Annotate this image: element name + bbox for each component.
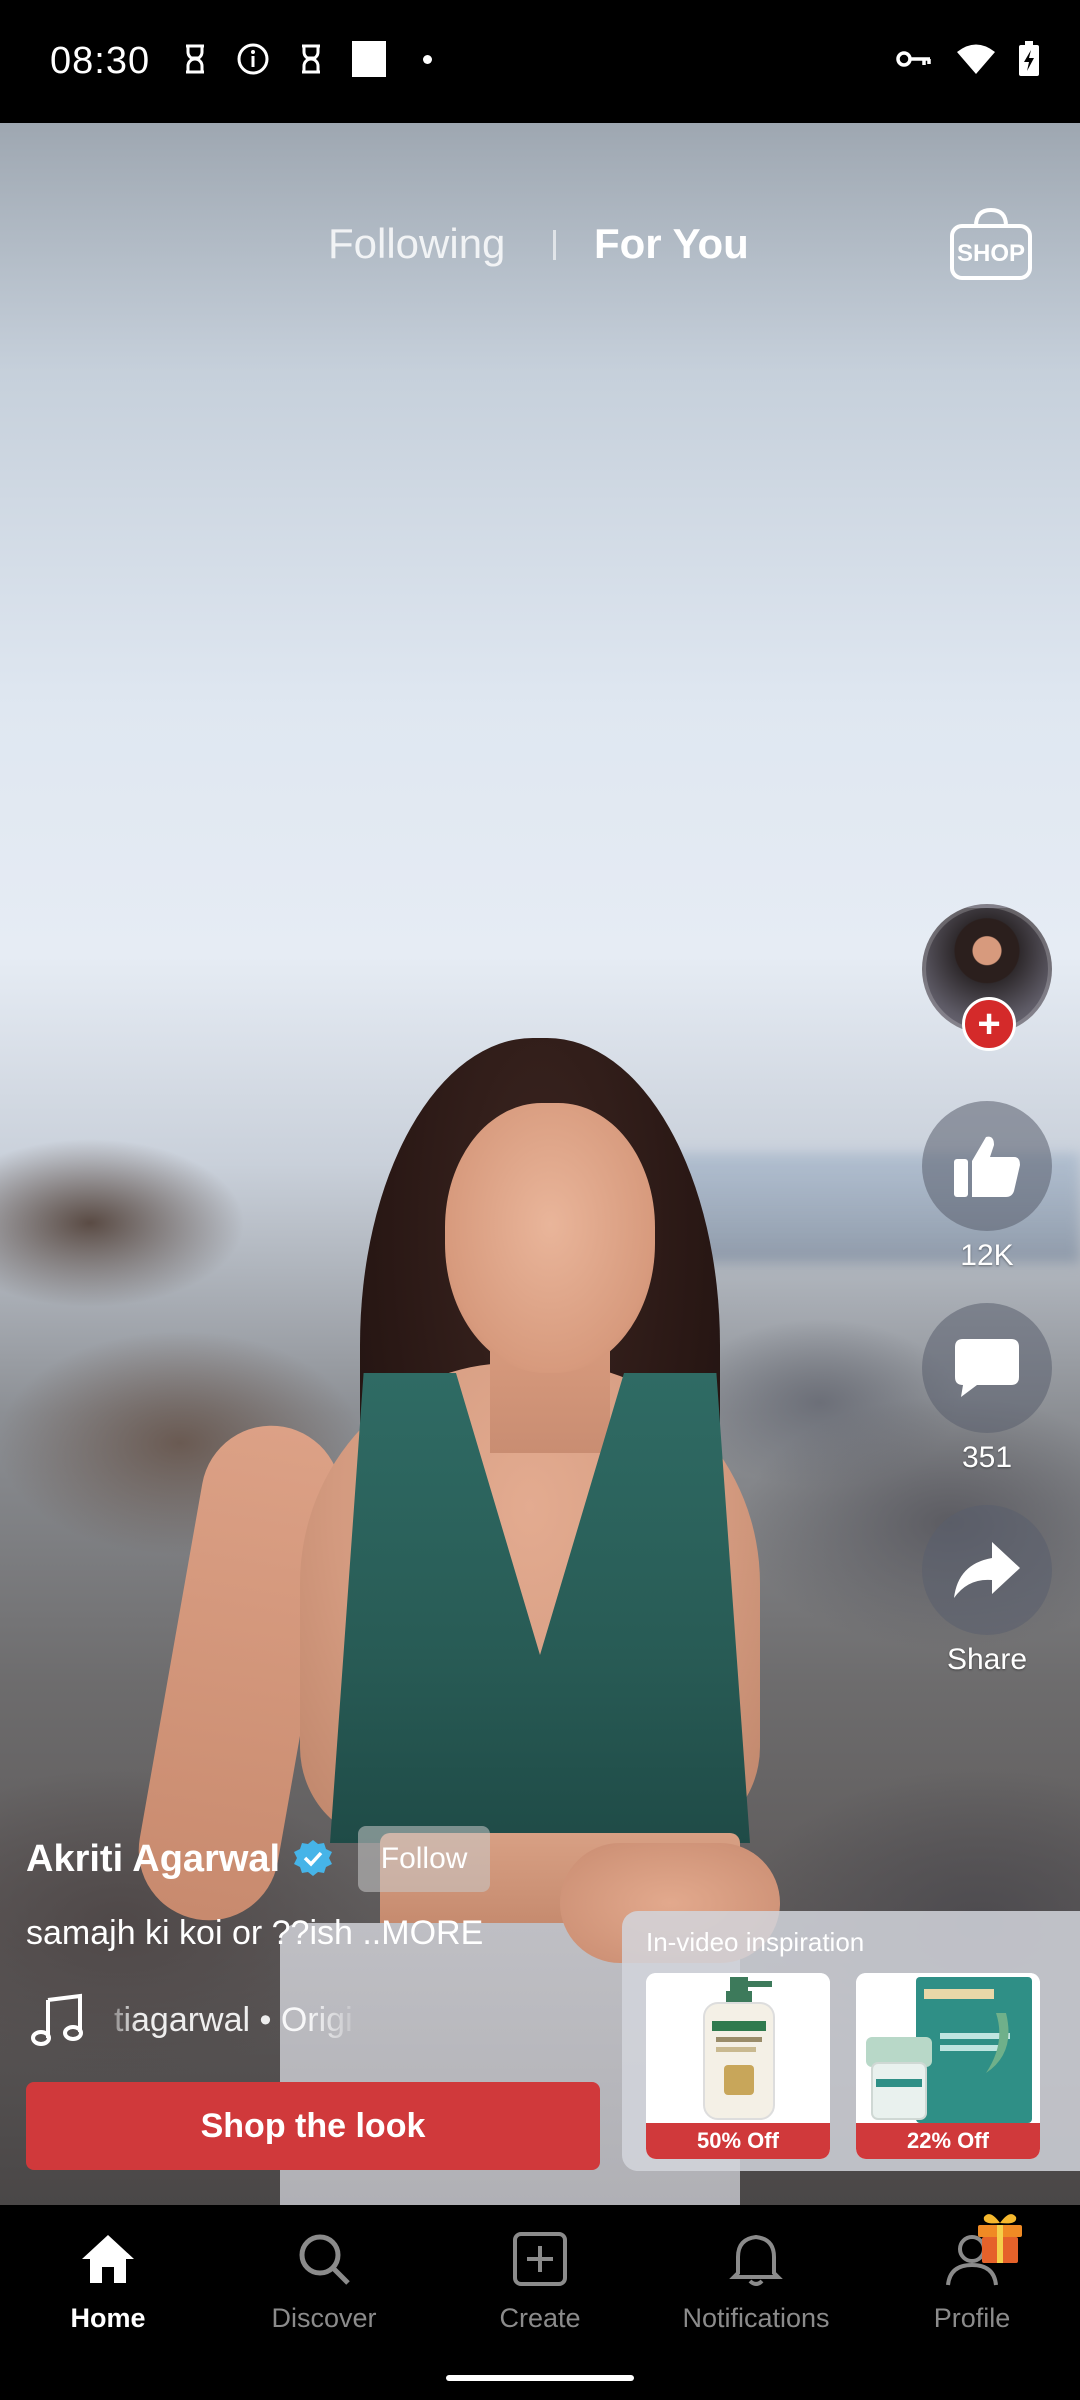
app-notification-icon bbox=[178, 42, 212, 76]
shopping-bag-icon: SHOP bbox=[950, 207, 1032, 280]
like-button[interactable] bbox=[922, 1101, 1052, 1231]
wifi-icon bbox=[956, 42, 996, 76]
nav-create-label: Create bbox=[499, 2303, 581, 2333]
info-icon bbox=[236, 42, 270, 76]
search-icon bbox=[299, 2234, 350, 2285]
discount-badge: 22% Off bbox=[856, 2123, 1040, 2159]
nav-discover-label: Discover bbox=[271, 2303, 377, 2333]
comment-button[interactable] bbox=[922, 1303, 1052, 1433]
product-card[interactable]: 50% Off bbox=[646, 1973, 830, 2159]
shop-label: SHOP bbox=[957, 240, 1025, 267]
vpn-key-icon bbox=[894, 42, 934, 76]
tab-divider bbox=[553, 230, 556, 260]
nav-notifications[interactable]: Notifications bbox=[656, 2229, 856, 2334]
tab-for-you[interactable]: For You bbox=[594, 220, 749, 268]
nav-profile-label: Profile bbox=[933, 2303, 1011, 2333]
tab-following[interactable]: Following bbox=[328, 220, 505, 268]
thumbs-up-icon bbox=[954, 1136, 1020, 1197]
gift-icon bbox=[978, 2214, 1022, 2263]
bell-icon bbox=[729, 2234, 783, 2286]
nav-home-label: Home bbox=[70, 2303, 146, 2333]
create-plus-icon bbox=[513, 2232, 567, 2286]
music-row[interactable]: tiagarwal • Original bbox=[30, 1992, 354, 2048]
home-indicator[interactable] bbox=[446, 2375, 634, 2381]
nav-home[interactable]: Home bbox=[8, 2229, 208, 2334]
creator-row: Akriti Agarwal Follow bbox=[26, 1826, 491, 1892]
bottom-nav: Home Discover Create Notifications Profi… bbox=[0, 2205, 1080, 2400]
feed-tabs: Following For You bbox=[0, 210, 1080, 280]
dot-icon bbox=[410, 42, 444, 76]
music-note-icon bbox=[31, 1993, 83, 2046]
follow-plus-icon[interactable]: + bbox=[962, 997, 1016, 1051]
post-caption[interactable]: samajh ki koi or ??ish ..MORE bbox=[26, 1914, 483, 1953]
verified-badge-icon bbox=[294, 1840, 333, 1876]
like-count: 12K bbox=[960, 1239, 1014, 1272]
share-button[interactable] bbox=[922, 1505, 1052, 1635]
square-icon bbox=[352, 41, 386, 77]
share-label: Share bbox=[946, 1643, 1028, 1676]
video-player[interactable] bbox=[0, 123, 1080, 2205]
comment-icon bbox=[955, 1339, 1019, 1397]
nav-notifications-label: Notifications bbox=[682, 2303, 830, 2333]
shop-the-look-button[interactable]: Shop the look bbox=[26, 2082, 600, 2170]
status-time: 08:30 bbox=[50, 40, 151, 82]
music-title: tiagarwal • Original bbox=[114, 2000, 354, 2039]
product-card[interactable]: 22% Off bbox=[856, 1973, 1040, 2159]
shop-button[interactable]: SHOP bbox=[948, 206, 1034, 282]
nav-create[interactable]: Create bbox=[440, 2229, 640, 2334]
comment-count: 351 bbox=[961, 1441, 1013, 1474]
in-video-inspiration-panel: In-video inspiration 50% Off 22% Off bbox=[622, 1911, 1080, 2171]
status-icons-left bbox=[178, 41, 444, 77]
nav-discover[interactable]: Discover bbox=[224, 2229, 424, 2334]
discount-badge: 50% Off bbox=[646, 2123, 830, 2159]
battery-charging-icon bbox=[1018, 41, 1040, 76]
lotion-bottle-image bbox=[646, 1973, 830, 2123]
inspiration-title: In-video inspiration bbox=[646, 1927, 865, 1957]
status-icons-right bbox=[894, 41, 1040, 76]
cream-box-image bbox=[856, 1973, 1040, 2123]
app-notification-icon bbox=[294, 42, 328, 76]
video-subject-face bbox=[445, 1103, 655, 1373]
status-bar: 08:30 bbox=[0, 0, 1080, 123]
nav-profile[interactable]: Profile bbox=[872, 2229, 1072, 2334]
home-icon bbox=[82, 2235, 134, 2283]
creator-name[interactable]: Akriti Agarwal bbox=[26, 1838, 280, 1881]
share-arrow-icon bbox=[954, 1542, 1020, 1598]
follow-button[interactable]: Follow bbox=[358, 1826, 491, 1892]
